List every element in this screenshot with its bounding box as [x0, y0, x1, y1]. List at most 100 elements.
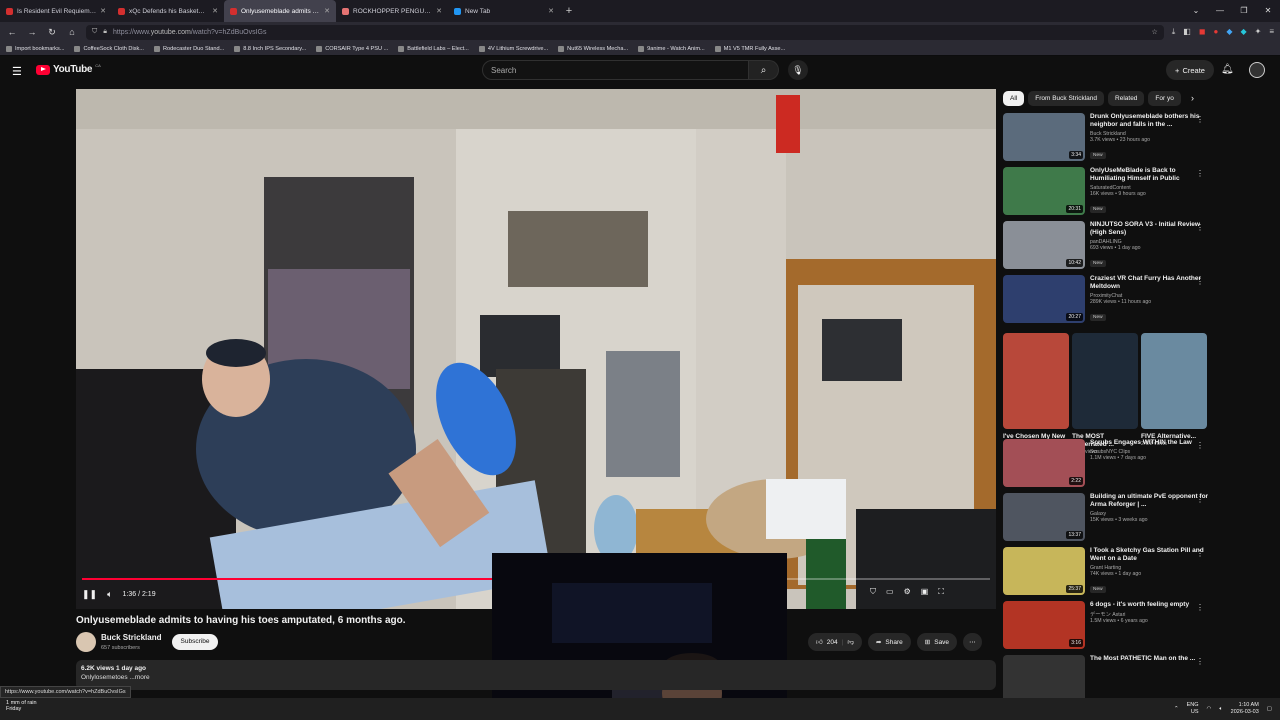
- bookmark-item[interactable]: 8.8 Inch IPS Secondary...: [234, 45, 306, 52]
- ext-red-icon[interactable]: ◼: [1199, 27, 1206, 37]
- recommendation-title[interactable]: I Took a Sketchy Gas Station Pill and We…: [1090, 547, 1210, 563]
- more-options-icon[interactable]: ⋮: [1196, 603, 1204, 612]
- subscribe-button[interactable]: Subscribe: [172, 634, 218, 650]
- recommendation-title[interactable]: The Most PATHETIC Man on the ...: [1090, 655, 1210, 663]
- recommendation-item[interactable]: 20:31 OnlyUseMeBlade is Back to Humiliati…: [1003, 167, 1210, 221]
- share-button[interactable]: ➦ Share: [867, 633, 911, 651]
- back-icon[interactable]: ←: [6, 27, 18, 37]
- more-options-icon[interactable]: ⋮: [1196, 495, 1204, 504]
- short-thumbnail[interactable]: [1003, 333, 1069, 429]
- filter-chip[interactable]: All: [1003, 90, 1025, 106]
- short-thumbnail[interactable]: [1141, 333, 1207, 429]
- recommendation-title[interactable]: Building an ultimate PvE opponent for Ar…: [1090, 493, 1210, 509]
- search-button[interactable]: ⌕: [749, 60, 779, 80]
- tab-close-icon[interactable]: ✕: [548, 7, 554, 15]
- more-options-icon[interactable]: ⋮: [1196, 441, 1204, 450]
- voice-search-button[interactable]: 🎙︎: [788, 60, 808, 80]
- channel-avatar[interactable]: [76, 632, 96, 652]
- more-options-icon[interactable]: ⋮: [1196, 223, 1204, 232]
- close-window-button[interactable]: ✕: [1256, 0, 1280, 22]
- chips-next-icon[interactable]: ›: [1191, 93, 1194, 103]
- create-button[interactable]: + Create: [1166, 60, 1214, 80]
- hamburger-menu-icon[interactable]: ☰: [12, 65, 22, 78]
- channel-name[interactable]: Buck Strickland: [101, 633, 161, 642]
- captions-icon[interactable]: ▭: [886, 587, 894, 597]
- save-button[interactable]: ⊞ Save: [916, 633, 958, 651]
- short-item[interactable]: The MOST Underrated ...1.7M views: [1072, 333, 1138, 455]
- recommendation-item[interactable]: 13:37 Building an ultimate PvE opponent f…: [1003, 493, 1210, 547]
- recommendation-item[interactable]: 25:37 I Took a Sketchy Gas Station Pill a…: [1003, 547, 1210, 601]
- notifications-bell-icon[interactable]: 🔔︎: [1221, 64, 1234, 75]
- filter-chip[interactable]: Related: [1108, 90, 1145, 106]
- filter-chip[interactable]: For yo: [1148, 90, 1181, 106]
- short-item[interactable]: I've Chosen My New ...2M views: [1003, 333, 1069, 455]
- recommendation-title[interactable]: Craziest VR Chat Furry Has Another Meltd…: [1090, 275, 1210, 291]
- browser-tab[interactable]: New Tab ✕: [448, 0, 560, 22]
- video-thumbnail[interactable]: 10:42: [1003, 221, 1085, 269]
- tab-close-icon[interactable]: ✕: [100, 7, 106, 15]
- browser-tab[interactable]: ROCKHOPPER PENGUIN at Dur ✕: [336, 0, 448, 22]
- downloads-icon[interactable]: ⤓: [1172, 27, 1176, 37]
- recommendation-title[interactable]: Scrubs Engages WITHIN the Law: [1090, 439, 1210, 447]
- recommendation-item[interactable]: 2:22 Scrubs Engages WITHIN the Law ScrubsN…: [1003, 439, 1210, 493]
- bookmark-item[interactable]: Nut65 Wireless Mecha...: [558, 45, 628, 52]
- minimize-button[interactable]: —: [1208, 0, 1232, 22]
- thumbs-down-icon[interactable]: 👎︎: [847, 638, 854, 646]
- recommendation-title[interactable]: NINJUTSO SORA V3 - Initial Review (High …: [1090, 221, 1210, 237]
- more-options-icon[interactable]: ⋮: [1196, 549, 1204, 558]
- recommendation-title[interactable]: 6 dogs - it's worth feeling empty: [1090, 601, 1210, 609]
- new-tab-button[interactable]: +: [560, 5, 578, 17]
- volume-icon[interactable]: 🔈︎: [107, 589, 112, 600]
- youtube-logo[interactable]: YouTube CA: [36, 63, 101, 75]
- bookmark-item[interactable]: CoffeeSock Cloth Disk...: [74, 45, 144, 52]
- ext-record-icon[interactable]: ●: [1213, 27, 1218, 37]
- ext-blue-icon[interactable]: ◆: [1226, 27, 1232, 37]
- language-indicator[interactable]: ENG US: [1187, 702, 1199, 716]
- tab-close-icon[interactable]: ✕: [324, 7, 330, 15]
- miniplayer-icon[interactable]: ▣: [921, 587, 929, 597]
- menu-icon[interactable]: ≡: [1269, 27, 1274, 37]
- pause-icon[interactable]: ❚❚: [82, 589, 97, 600]
- recommendation-item[interactable]: 3:34 Drunk Onlyusemeblade bothers his nei…: [1003, 113, 1210, 167]
- reload-icon[interactable]: ↻: [46, 27, 58, 38]
- bookmark-item[interactable]: Import bookmarks...: [6, 45, 64, 52]
- clock[interactable]: 1:10 AM 2026-03-03: [1231, 702, 1259, 716]
- settings-gear-icon[interactable]: ⚙: [904, 587, 911, 597]
- bookmark-item[interactable]: 4V Lithium Screwdrive...: [478, 45, 548, 52]
- more-options-icon[interactable]: ⋮: [1196, 657, 1204, 666]
- tray-chevron-icon[interactable]: ⌃: [1174, 706, 1179, 712]
- recommendation-channel[interactable]: デーモン Astari: [1090, 611, 1210, 618]
- video-thumbnail[interactable]: 25:37: [1003, 547, 1085, 595]
- speaker-icon[interactable]: 🔈︎: [1219, 706, 1222, 713]
- bookmark-item[interactable]: Rodecaster Duo Stand...: [153, 45, 224, 52]
- url-bar[interactable]: ⛉ 🔒︎ https://www.youtube.com/watch?v=hZd…: [86, 24, 1164, 40]
- video-player[interactable]: [76, 89, 996, 609]
- bookmark-item[interactable]: Battlefield Labs – Elect...: [398, 45, 469, 52]
- more-options-icon[interactable]: ⋮: [1196, 115, 1204, 124]
- like-button[interactable]: 👍︎ 204 | 👎︎: [808, 633, 862, 651]
- description-box[interactable]: 6.2K views 1 day ago Onlylosemetoes ...m…: [76, 660, 996, 690]
- browser-tab[interactable]: xQc Defends his Basketball Skil✕: [112, 0, 224, 22]
- tab-list-icon[interactable]: ⌄: [1184, 0, 1208, 22]
- browser-tab[interactable]: Is Resident Evil Requiem Good✕: [0, 0, 112, 22]
- recommendation-item[interactable]: 3:16 6 dogs - it's worth feeling empty デーモ…: [1003, 601, 1210, 655]
- video-thumbnail[interactable]: 20:27: [1003, 275, 1085, 323]
- recommendation-title[interactable]: OnlyUseMeBlade is Back to Humiliating Hi…: [1090, 167, 1210, 183]
- short-item[interactable]: FIVE Alternative... 2.6M views: [1141, 333, 1207, 447]
- notification-icon[interactable]: ▢: [1267, 706, 1272, 712]
- more-options-icon[interactable]: ⋮: [1196, 169, 1204, 178]
- tab-close-icon[interactable]: ✕: [436, 7, 442, 15]
- ext-puzzle-icon[interactable]: ✦: [1255, 27, 1262, 37]
- account-avatar[interactable]: [1249, 62, 1265, 78]
- video-thumbnail[interactable]: 3:34: [1003, 113, 1085, 161]
- recommendation-item[interactable]: 20:27 Craziest VR Chat Furry Has Another …: [1003, 275, 1210, 329]
- short-thumbnail[interactable]: [1072, 333, 1138, 429]
- weather-widget[interactable]: 1 mm of rain Friday: [6, 700, 37, 712]
- more-options-icon[interactable]: ⋮: [1196, 277, 1204, 286]
- bookmark-item[interactable]: CORSAIR Type 4 PSU ...: [316, 45, 388, 52]
- home-icon[interactable]: ⌂: [66, 27, 78, 37]
- video-thumbnail[interactable]: 13:37: [1003, 493, 1085, 541]
- tab-close-icon[interactable]: ✕: [212, 7, 218, 15]
- extensions-icon[interactable]: ◧: [1183, 27, 1191, 37]
- search-input[interactable]: Search: [482, 60, 749, 80]
